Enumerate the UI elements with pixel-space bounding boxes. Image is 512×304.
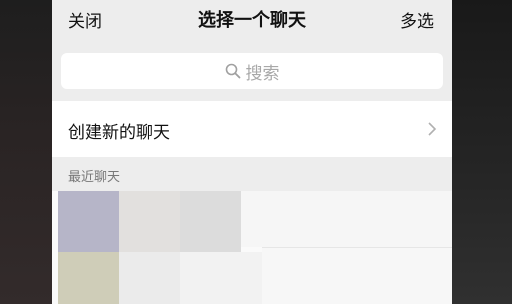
navigation-bar: 关闭 选择一个聊天 多选 bbox=[52, 0, 452, 40]
blurred-content bbox=[119, 191, 180, 252]
create-new-chat-label: 创建新的聊天 bbox=[68, 123, 170, 143]
chevron-right-icon bbox=[428, 122, 437, 136]
blurred-avatar[interactable] bbox=[58, 252, 119, 304]
blurred-content bbox=[180, 252, 262, 304]
recent-chats-list bbox=[52, 191, 452, 304]
select-chat-sheet: 关闭 选择一个聊天 多选 搜索 创建新的聊天 最近聊天 bbox=[52, 0, 452, 304]
create-new-chat-row[interactable]: 创建新的聊天 bbox=[52, 101, 452, 157]
background-right bbox=[452, 0, 512, 304]
multi-select-button[interactable]: 多选 bbox=[400, 7, 434, 32]
blurred-content bbox=[119, 252, 180, 304]
background-left bbox=[0, 0, 52, 304]
page-title: 选择一个聊天 bbox=[198, 10, 306, 31]
search-placeholder: 搜索 bbox=[245, 63, 280, 84]
blurred-content bbox=[180, 191, 241, 252]
blurred-content bbox=[262, 248, 452, 304]
blurred-avatar[interactable] bbox=[58, 191, 119, 252]
search-icon bbox=[225, 63, 240, 79]
recent-chats-header: 最近聊天 bbox=[68, 170, 121, 185]
search-input[interactable]: 搜索 bbox=[61, 53, 443, 89]
blurred-content bbox=[241, 191, 452, 247]
